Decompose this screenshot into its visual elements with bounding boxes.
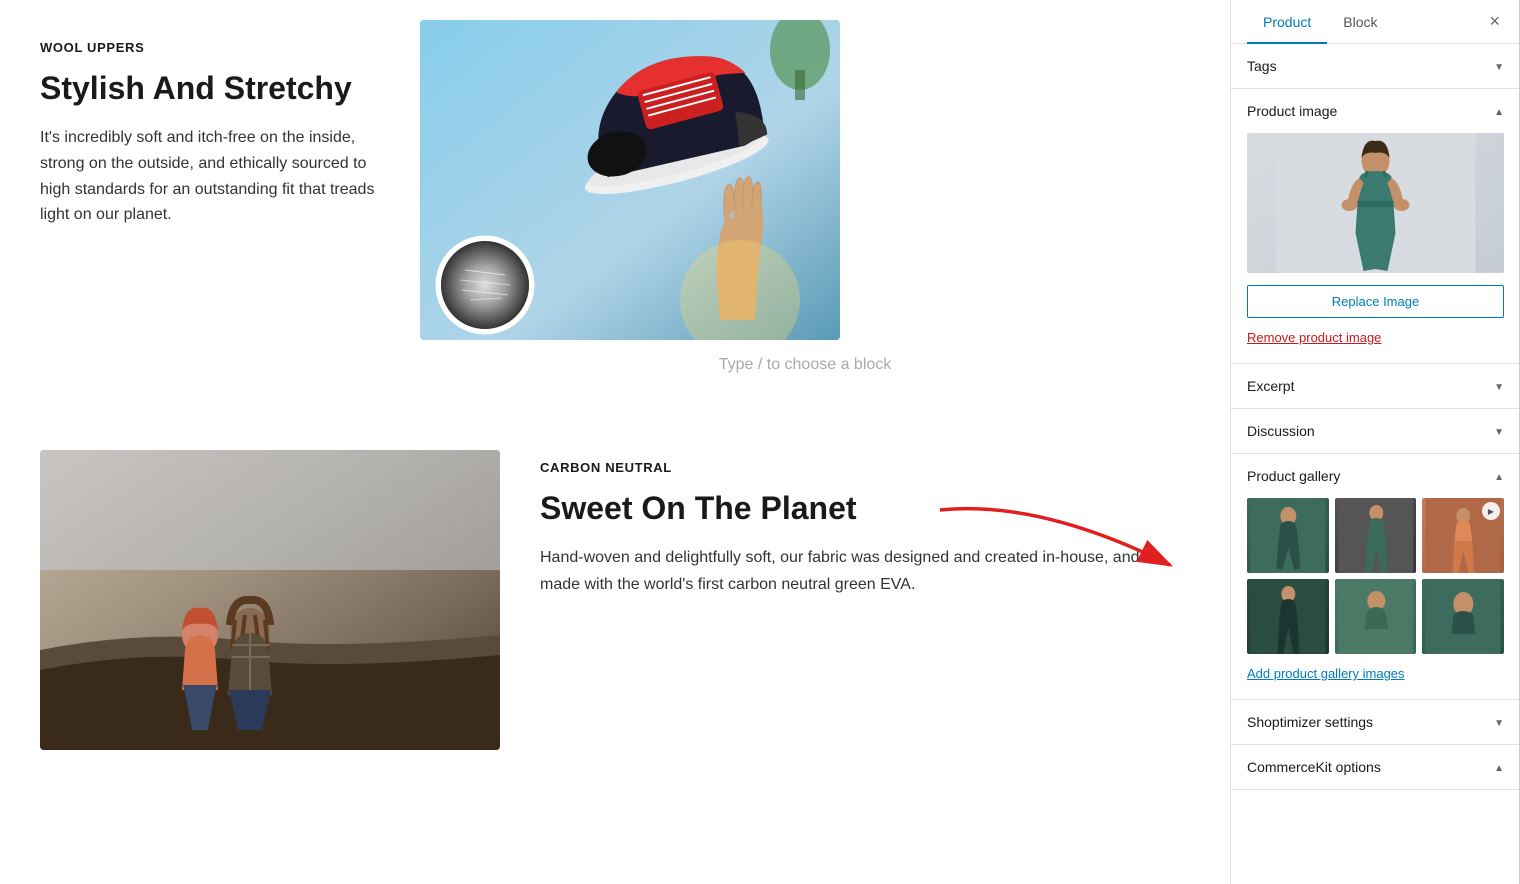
commercekit-header[interactable]: CommerceKit options bbox=[1231, 745, 1520, 789]
excerpt-chevron bbox=[1494, 379, 1504, 393]
product-gallery-chevron bbox=[1494, 469, 1504, 483]
tab-product[interactable]: Product bbox=[1247, 0, 1327, 44]
section-1-body: It's incredibly soft and itch-free on th… bbox=[40, 125, 380, 227]
tab-block[interactable]: Block bbox=[1327, 0, 1393, 44]
commercekit-label: CommerceKit options bbox=[1247, 759, 1381, 775]
gallery-thumb-6[interactable] bbox=[1422, 579, 1504, 654]
product-image-content: Replace Image Remove product image bbox=[1231, 133, 1520, 363]
gallery-thumb-2[interactable] bbox=[1335, 498, 1417, 573]
gallery-grid bbox=[1247, 498, 1504, 654]
tags-section: Tags bbox=[1231, 44, 1520, 89]
gallery-thumb-3[interactable] bbox=[1422, 498, 1504, 573]
gallery-thumb-1[interactable] bbox=[1247, 498, 1329, 573]
excerpt-section: Excerpt bbox=[1231, 364, 1520, 409]
sidebar: Product Block × Tags Product image bbox=[1230, 0, 1520, 884]
couple-image bbox=[40, 450, 500, 750]
product-gallery-label: Product gallery bbox=[1247, 468, 1340, 484]
shoptimizer-header[interactable]: Shoptimizer settings bbox=[1231, 700, 1520, 744]
remove-product-image-link[interactable]: Remove product image bbox=[1247, 328, 1504, 347]
carbon-label: CARBON NEUTRAL bbox=[540, 460, 1190, 475]
add-product-gallery-link[interactable]: Add product gallery images bbox=[1247, 664, 1504, 683]
section-2-heading: Sweet On The Planet bbox=[540, 489, 1190, 527]
product-gallery-header[interactable]: Product gallery bbox=[1231, 454, 1520, 498]
main-content: WOOL UPPERS Stylish And Stretchy It's in… bbox=[0, 0, 1230, 884]
section-1-left: WOOL UPPERS Stylish And Stretchy It's in… bbox=[40, 20, 380, 228]
close-button[interactable]: × bbox=[1485, 7, 1504, 36]
play-icon bbox=[1488, 506, 1494, 517]
section-1-heading: Stylish And Stretchy bbox=[40, 69, 380, 107]
product-image-header[interactable]: Product image bbox=[1231, 89, 1520, 133]
product-image-preview bbox=[1247, 133, 1504, 273]
sidebar-tabs: Product Block × bbox=[1231, 0, 1520, 44]
product-image-chevron bbox=[1494, 104, 1504, 118]
product-image-section: Product image bbox=[1231, 89, 1520, 364]
gallery-play-indicator bbox=[1482, 502, 1500, 520]
commercekit-section: CommerceKit options bbox=[1231, 745, 1520, 790]
section-2-right: CARBON NEUTRAL Sweet On The Planet Hand-… bbox=[540, 450, 1190, 598]
wool-uppers-label: WOOL UPPERS bbox=[40, 40, 380, 55]
excerpt-header[interactable]: Excerpt bbox=[1231, 364, 1520, 408]
shoptimizer-chevron bbox=[1494, 715, 1504, 729]
shoptimizer-section: Shoptimizer settings bbox=[1231, 700, 1520, 745]
section-2-body: Hand-woven and delightfully soft, our fa… bbox=[540, 545, 1190, 598]
discussion-label: Discussion bbox=[1247, 423, 1315, 439]
product-gallery-section: Product gallery bbox=[1231, 454, 1520, 700]
product-gallery-content: Add product gallery images bbox=[1231, 498, 1520, 699]
shoe-image bbox=[420, 20, 840, 340]
tags-label: Tags bbox=[1247, 58, 1277, 74]
gallery-thumb-5[interactable] bbox=[1335, 579, 1417, 654]
excerpt-label: Excerpt bbox=[1247, 378, 1294, 394]
gallery-thumb-4[interactable] bbox=[1247, 579, 1329, 654]
product-image-label: Product image bbox=[1247, 103, 1337, 119]
section-1-right: Type / to choose a block bbox=[420, 20, 1190, 390]
tags-chevron bbox=[1494, 59, 1504, 73]
section-1: WOOL UPPERS Stylish And Stretchy It's in… bbox=[40, 20, 1190, 430]
type-hint[interactable]: Type / to choose a block bbox=[420, 340, 1190, 390]
section-2: CARBON NEUTRAL Sweet On The Planet Hand-… bbox=[40, 430, 1190, 750]
discussion-section: Discussion bbox=[1231, 409, 1520, 454]
commercekit-chevron bbox=[1494, 760, 1504, 774]
discussion-header[interactable]: Discussion bbox=[1231, 409, 1520, 453]
tabs-container: Product Block bbox=[1247, 0, 1393, 43]
tags-header[interactable]: Tags bbox=[1231, 44, 1520, 88]
shoptimizer-label: Shoptimizer settings bbox=[1247, 714, 1373, 730]
discussion-chevron bbox=[1494, 424, 1504, 438]
replace-image-button[interactable]: Replace Image bbox=[1247, 285, 1504, 318]
